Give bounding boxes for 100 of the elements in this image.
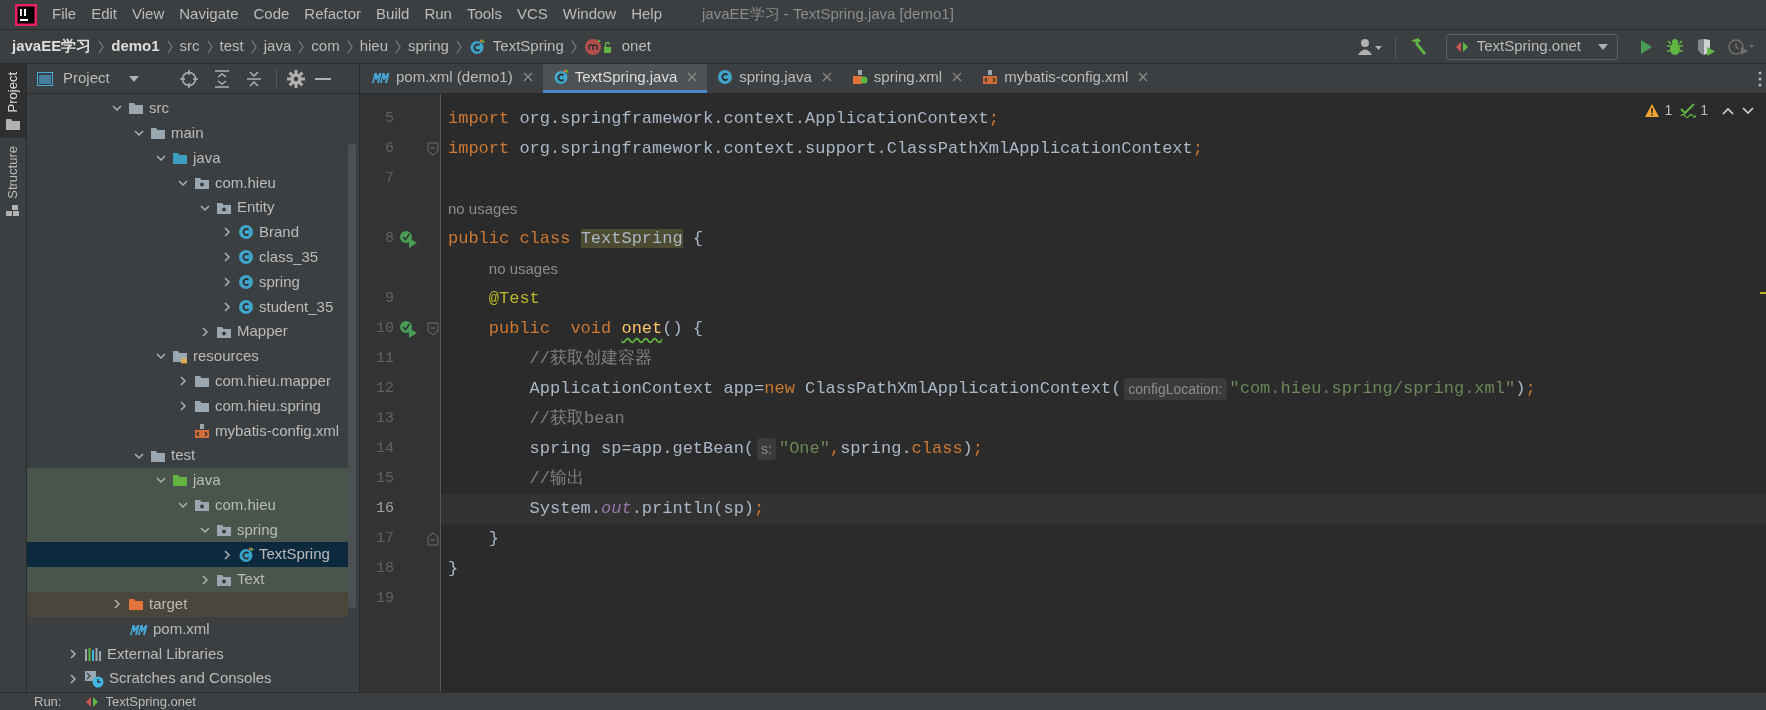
- code-text: "One",spring.class);: [778, 438, 983, 461]
- tree-item[interactable]: java: [27, 145, 348, 171]
- breadcrumb-item[interactable]: hieu: [359, 35, 388, 58]
- tree-item[interactable]: Entity: [27, 195, 348, 220]
- menu-item[interactable]: Build: [376, 3, 410, 26]
- tree-item[interactable]: student_35: [27, 294, 348, 320]
- tree-item[interactable]: External Libraries: [27, 641, 348, 667]
- close-icon[interactable]: [1138, 72, 1149, 82]
- breadcrumb-item[interactable]: test: [219, 35, 244, 58]
- menu-item[interactable]: Navigate: [179, 3, 239, 26]
- tree-item[interactable]: com.hieu.spring: [27, 393, 348, 419]
- tree-item-label: class_35: [259, 246, 319, 267]
- menu-item[interactable]: Help: [631, 3, 663, 26]
- breadcrumb-item[interactable]: onet: [621, 35, 651, 58]
- folder-icon: [194, 373, 210, 390]
- tree-item-label: TextSpring: [259, 544, 330, 565]
- editor-tab[interactable]: TextSpring.java: [542, 64, 708, 93]
- breadcrumb-item[interactable]: com: [311, 35, 340, 58]
- menu-item[interactable]: Refactor: [304, 3, 362, 26]
- breadcrumb-item[interactable]: spring: [408, 35, 449, 58]
- menu-item[interactable]: Window: [562, 3, 617, 26]
- app-logo-icon[interactable]: [15, 3, 37, 26]
- menu-item[interactable]: Code: [253, 3, 290, 26]
- close-icon[interactable]: [821, 72, 832, 82]
- tree-item[interactable]: spring: [27, 269, 348, 295]
- weak-warning-count[interactable]: 1: [1700, 100, 1708, 121]
- tree-item[interactable]: pom.xml: [27, 616, 348, 642]
- breadcrumb-item[interactable]: TextSpring: [492, 35, 564, 58]
- folder-icon: [6, 118, 20, 131]
- menu-item[interactable]: VCS: [516, 3, 548, 26]
- chevron-icon: [97, 38, 106, 55]
- tree-item[interactable]: resources: [27, 343, 348, 369]
- code-text: @Test: [487, 288, 540, 311]
- more-icon[interactable]: [1758, 70, 1762, 87]
- usage-hint[interactable]: no usages: [488, 257, 559, 281]
- tree-item-label: spring: [237, 519, 278, 540]
- run-test-icon[interactable]: [399, 230, 419, 248]
- expand-all-icon[interactable]: [213, 69, 230, 88]
- tree-item[interactable]: TextSpring: [27, 542, 348, 568]
- run-test-icon[interactable]: [399, 320, 419, 338]
- tree-item[interactable]: class_35: [27, 244, 348, 270]
- tree-item[interactable]: Text: [27, 567, 348, 592]
- parameter-hint: s:: [757, 438, 776, 460]
- close-icon[interactable]: [522, 72, 533, 82]
- editor-tab[interactable]: spring.java: [707, 64, 842, 93]
- warning-count[interactable]: 1: [1664, 100, 1673, 121]
- tree-item[interactable]: java: [27, 467, 348, 493]
- tree-item[interactable]: Mapper: [27, 319, 348, 344]
- chevron-icon: [394, 38, 402, 55]
- menu-item[interactable]: Edit: [91, 3, 118, 26]
- scratches-icon: [84, 669, 104, 688]
- locate-icon[interactable]: [179, 69, 198, 88]
- tree-item-label: target: [149, 594, 188, 615]
- run-label: Run:: [34, 693, 62, 710]
- scrollbar[interactable]: [348, 144, 356, 609]
- close-icon[interactable]: [952, 72, 963, 82]
- tree-item[interactable]: Scratches and Consoles: [27, 666, 348, 692]
- folder-icon: [172, 472, 188, 489]
- method-icon: [583, 37, 614, 56]
- menu-item[interactable]: Run: [424, 3, 452, 26]
- breadcrumb-item[interactable]: javaEE学习: [12, 35, 92, 58]
- tree-item[interactable]: target: [27, 591, 348, 617]
- breadcrumb-item[interactable]: demo1: [111, 35, 160, 58]
- menu-item[interactable]: Tools: [466, 3, 502, 26]
- menu-item[interactable]: File: [52, 3, 77, 26]
- chevron-icon: [454, 38, 463, 55]
- dropdown-caret-icon[interactable]: [127, 74, 140, 83]
- tree-item[interactable]: src: [27, 96, 348, 121]
- collapse-all-icon[interactable]: [245, 69, 262, 88]
- tree-item[interactable]: mybatis-config.xml: [27, 418, 348, 444]
- tree-item[interactable]: spring: [27, 517, 348, 543]
- tree-item[interactable]: Brand: [27, 220, 348, 245]
- tree-item[interactable]: com.hieu: [27, 170, 348, 196]
- tree-item-label: resources: [193, 346, 259, 367]
- breadcrumb-item[interactable]: src: [179, 35, 200, 58]
- coverage-icon[interactable]: [1696, 37, 1716, 56]
- bug-icon[interactable]: [1666, 37, 1684, 56]
- tree-item-label: spring: [259, 271, 300, 292]
- tree-item[interactable]: com.hieu: [27, 492, 348, 518]
- usage-hint[interactable]: no usages: [448, 197, 518, 221]
- side-tab[interactable]: Project: [0, 64, 26, 139]
- tree-item[interactable]: com.hieu.mapper: [27, 368, 348, 394]
- tree-item-label: java: [193, 147, 221, 168]
- run-tab[interactable]: TextSpring.onet: [85, 693, 196, 710]
- menu-item[interactable]: View: [132, 3, 165, 26]
- editor-tab[interactable]: mybatis-config.xml: [972, 64, 1159, 93]
- editor-tab[interactable]: pom.xml (demo1): [360, 64, 543, 93]
- breadcrumb-item[interactable]: java: [263, 35, 292, 58]
- tree-item[interactable]: test: [27, 443, 348, 468]
- side-tab[interactable]: Structure: [0, 138, 26, 226]
- line-number: 16: [375, 498, 394, 519]
- settings-icon[interactable]: [286, 69, 305, 88]
- run-configuration-dropdown[interactable]: TextSpring.onet: [1445, 33, 1618, 60]
- user-icon[interactable]: [1356, 37, 1383, 56]
- chevron-icon: [165, 38, 174, 55]
- tree-item[interactable]: main: [27, 120, 348, 146]
- editor-tab[interactable]: spring.xml: [841, 64, 973, 93]
- spring-xml-icon: [851, 69, 868, 85]
- run-icon[interactable]: [1638, 38, 1654, 55]
- panel-title[interactable]: Project: [63, 67, 110, 90]
